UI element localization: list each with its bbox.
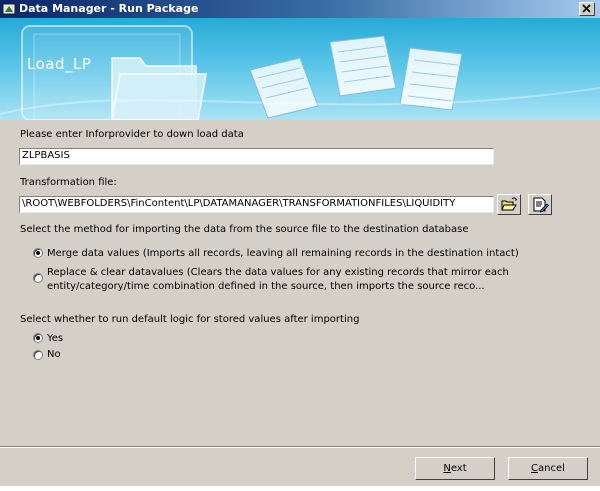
package-title: Load_LP <box>27 55 92 73</box>
window-title: Data Manager - Run Package <box>19 2 199 15</box>
window-bottom-edge <box>0 486 600 491</box>
browse-file-button[interactable] <box>497 194 521 215</box>
footer-separator-highlight <box>0 447 600 448</box>
replace-clear-option-label-line2[interactable]: entity/category/time combination defined… <box>47 281 485 292</box>
replace-clear-radio[interactable] <box>33 273 43 283</box>
header-banner: Load_LP <box>0 18 600 120</box>
title-bar: Data Manager - Run Package <box>0 0 600 18</box>
default-logic-yes-label[interactable]: Yes <box>47 333 63 344</box>
close-button[interactable] <box>579 2 595 16</box>
import-method-label: Select the method for importing the data… <box>20 224 469 235</box>
default-logic-no-radio[interactable] <box>33 350 43 360</box>
replace-clear-option-label-line1[interactable]: Replace & clear datavalues (Clears the d… <box>47 267 509 278</box>
merge-radio[interactable] <box>33 248 43 258</box>
next-label-rest: ext <box>450 463 467 474</box>
infoprovider-input[interactable]: ZLPBASIS <box>19 148 494 165</box>
merge-option-label[interactable]: Merge data values (Imports all records, … <box>47 248 519 259</box>
cancel-label-rest: ancel <box>538 463 565 474</box>
default-logic-yes-radio[interactable] <box>33 333 43 343</box>
default-logic-no-label[interactable]: No <box>47 349 61 360</box>
cancel-button[interactable]: Cancel <box>508 457 588 480</box>
dialog-body <box>0 120 600 491</box>
default-logic-label: Select whether to run default logic for … <box>20 314 360 325</box>
close-icon <box>582 4 591 13</box>
next-mnemonic: N <box>443 463 451 474</box>
edit-document-icon <box>533 197 550 213</box>
open-folder-icon <box>501 197 518 211</box>
infoprovider-label: Please enter Inforprovider to down load … <box>20 129 244 140</box>
cancel-mnemonic: C <box>531 463 539 474</box>
edit-transformation-button[interactable] <box>528 194 552 215</box>
transformation-file-input[interactable]: \ROOT\WEBFOLDERS\FinContent\LP\DATAMANAG… <box>19 196 494 213</box>
transformation-file-label: Transformation file: <box>20 177 117 188</box>
app-icon <box>2 3 16 15</box>
next-button[interactable]: Next <box>415 457 495 480</box>
